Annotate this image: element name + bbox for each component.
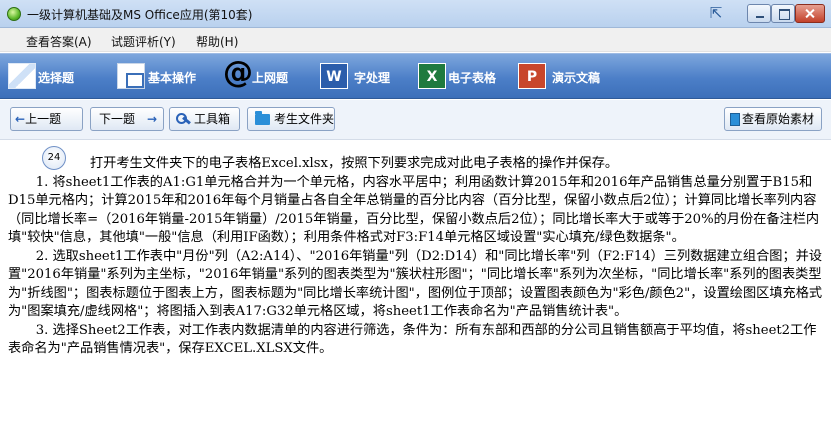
candidate-folder-button[interactable]: 考生文件夹 (247, 107, 335, 131)
prev-question-label: 上一题 (25, 112, 62, 126)
category-word[interactable]: W 字处理 (320, 54, 402, 100)
maximize-button[interactable] (771, 4, 795, 23)
category-internet-label: 上网题 (252, 71, 289, 85)
arrow-right-icon: → (146, 112, 157, 126)
menu-question-analysis[interactable]: 试题评析(Y) (111, 33, 176, 50)
window-title: 一级计算机基础及MS Office应用(第10套) (27, 8, 253, 22)
question-text: 打开考生文件夹下的电子表格Excel.xlsx，按照下列要求完成对此电子表格的操… (8, 155, 823, 359)
category-internet[interactable]: @ 上网题 (222, 54, 310, 100)
menu-bar: 查看答案(A) 试题评析(Y) 帮助(H) (0, 28, 831, 52)
question-item-1: 1. 将sheet1工作表的A1:G1单元格合并为一个单元格，内容水平居中；利用… (8, 174, 820, 246)
close-button[interactable] (795, 4, 825, 23)
category-basic-ops[interactable]: 基本操作 (117, 54, 217, 100)
basic-ops-icon (117, 63, 145, 89)
toolbox-label: 工具箱 (194, 112, 231, 126)
toolbox-button[interactable]: 工具箱 (169, 107, 240, 131)
choice-icon (8, 63, 36, 89)
category-excel-label: 电子表格 (448, 71, 497, 85)
next-question-button[interactable]: 下一题 → (90, 107, 164, 131)
category-bar: 选择题 基本操作 @ 上网题 W 字处理 X 电子表格 P 演示文稿 (0, 53, 831, 99)
category-word-label: 字处理 (354, 71, 391, 85)
wrench-icon (176, 113, 190, 125)
prev-question-button[interactable]: ←上一题 (10, 107, 83, 131)
app-icon (7, 7, 21, 21)
excel-icon: X (418, 63, 446, 89)
category-powerpoint-label: 演示文稿 (552, 71, 601, 85)
folder-icon (255, 111, 270, 125)
category-choice-label: 选择题 (38, 71, 75, 85)
view-source-label: 查看原始素材 (742, 112, 815, 126)
menu-view-answer[interactable]: 查看答案(A) (26, 33, 92, 50)
pin-icon[interactable]: ⇱ (706, 4, 726, 22)
candidate-folder-label: 考生文件夹 (274, 112, 335, 126)
category-powerpoint[interactable]: P 演示文稿 (518, 54, 612, 100)
question-item-3: 3. 选择Sheet2工作表，对工作表内数据清单的内容进行筛选，条件为：所有东部… (8, 322, 817, 357)
at-sign-icon: @ (223, 55, 253, 90)
question-item-2: 2. 选取sheet1工作表中"月份"列（A2:A14）、"2016年销量"列（… (8, 248, 823, 320)
next-question-label: 下一题 (99, 112, 136, 126)
question-panel: 24 打开考生文件夹下的电子表格Excel.xlsx，按照下列要求完成对此电子表… (0, 141, 831, 435)
menu-help[interactable]: 帮助(H) (196, 33, 238, 50)
title-bar: 一级计算机基础及MS Office应用(第10套) ⇱ (0, 0, 831, 28)
category-excel[interactable]: X 电子表格 (418, 54, 512, 100)
minimize-button[interactable] (747, 4, 771, 23)
arrow-left-icon: ← (15, 112, 26, 126)
powerpoint-icon: P (518, 63, 546, 89)
document-icon (730, 113, 740, 126)
word-icon: W (320, 63, 348, 89)
view-source-button[interactable]: 查看原始素材 (724, 107, 822, 131)
toolbar: ←上一题 下一题 → 工具箱 考生文件夹 查看原始素材 (0, 100, 831, 140)
category-choice[interactable]: 选择题 (8, 54, 100, 100)
category-basic-ops-label: 基本操作 (148, 71, 197, 85)
question-intro: 打开考生文件夹下的电子表格Excel.xlsx，按照下列要求完成对此电子表格的操… (90, 156, 619, 171)
